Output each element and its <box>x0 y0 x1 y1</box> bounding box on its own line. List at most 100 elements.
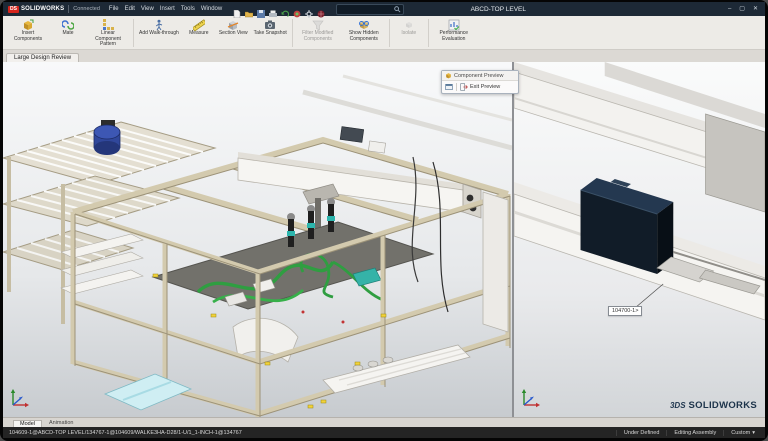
ribbon-button-filter-modified-components: Filter Modified Components <box>295 17 341 49</box>
search-icon <box>394 6 401 13</box>
open-folder-icon[interactable] <box>245 5 253 13</box>
ribbon-button-section-view[interactable]: Section View <box>216 17 251 49</box>
model-tab-strip: Model Animation <box>3 417 765 427</box>
titlebar: DS SOLIDWORKS Connected File Edit View I… <box>3 2 765 16</box>
ribbon-label: Mate <box>62 31 73 37</box>
popup-body: Exit Preview <box>442 81 518 93</box>
solidworks-watermark: 3DS SOLIDWORKS <box>670 400 757 411</box>
print-icon[interactable] <box>269 5 277 13</box>
undo-icon[interactable] <box>281 5 289 13</box>
insert-components-icon <box>22 18 34 30</box>
main-assembly-viewport[interactable] <box>3 62 512 417</box>
ribbon-separator <box>133 19 134 47</box>
ribbon-button-take-snapshot[interactable]: Take Snapshot <box>251 17 290 49</box>
exit-arrow-icon <box>460 83 468 91</box>
status-editing-assembly: Editing Assembly <box>666 430 723 436</box>
menu-insert[interactable]: Insert <box>160 6 175 12</box>
preview-3d-scene <box>514 62 765 417</box>
walk-through-icon <box>153 18 165 30</box>
ribbon-button-isolate: Isolate <box>392 17 426 49</box>
ribbon-button-mate[interactable]: Mate <box>51 17 85 49</box>
exit-preview-label: Exit Preview <box>470 84 500 90</box>
orientation-triad <box>520 387 542 409</box>
solidworks-window: DS SOLIDWORKS Connected File Edit View I… <box>3 2 765 431</box>
linear-pattern-icon <box>102 18 114 30</box>
ribbon-separator <box>292 19 293 47</box>
component-path-text: 104609-1@ABCD-TOP LEVEL/134767-1@104609/… <box>9 430 616 436</box>
ribbon-label: Show Hidden Components <box>344 31 384 42</box>
status-right-group: Under Defined Editing Assembly Custom ▾ <box>616 430 759 436</box>
component-cube-icon <box>445 72 452 79</box>
search-input[interactable] <box>336 4 404 15</box>
ribbon-label: Measure <box>189 31 208 37</box>
camera-icon <box>264 18 276 30</box>
ribbon-separator <box>428 19 429 47</box>
ribbon-button-insert-components[interactable]: Insert Components <box>5 17 51 49</box>
exit-preview-button[interactable]: Exit Preview <box>460 83 500 91</box>
component-preview-popup: Component Preview Exit Preview <box>441 70 519 94</box>
component-preview-viewport[interactable]: 104700-1> 3DS SOLIDWORKS <box>514 62 765 417</box>
menu-tools[interactable]: Tools <box>181 6 195 12</box>
ribbon-button-show-hidden-components[interactable]: Show Hidden Components <box>341 17 387 49</box>
rebuild-icon[interactable] <box>293 5 301 13</box>
ribbon-label: Performance Evaluation <box>434 31 474 42</box>
performance-evaluation-icon <box>448 18 460 30</box>
filter-icon <box>312 18 324 30</box>
tab-model[interactable]: Model <box>13 420 42 427</box>
component-callout-tag[interactable]: 104700-1> <box>608 306 642 316</box>
new-file-icon[interactable] <box>233 5 241 13</box>
menu-bar: File Edit View Insert Tools Window <box>109 6 222 12</box>
popup-separator <box>456 83 457 91</box>
ribbon-tab-row: Large Design Review <box>3 50 765 62</box>
close-button[interactable]: ✕ <box>753 6 758 12</box>
preview-window-icon[interactable] <box>445 83 453 91</box>
viewport-area: 104700-1> 3DS SOLIDWORKS Component Previ… <box>3 62 765 417</box>
ribbon-button-performance-evaluation[interactable]: Performance Evaluation <box>431 17 477 49</box>
isolate-icon <box>403 18 415 30</box>
menu-window[interactable]: Window <box>201 6 222 12</box>
ribbon-label: Section View <box>219 31 248 37</box>
ribbon-button-linear-component-pattern[interactable]: Linear Component Pattern <box>85 17 131 49</box>
measure-icon <box>193 18 205 30</box>
ribbon-label: Isolate <box>401 31 416 37</box>
ribbon-separator <box>389 19 390 47</box>
status-bar: 104609-1@ABCD-TOP LEVEL/134767-1@104609/… <box>3 427 765 438</box>
ribbon-label: Linear Component Pattern <box>88 31 128 48</box>
show-hidden-icon <box>358 18 370 30</box>
maximize-button[interactable]: ▢ <box>739 6 745 12</box>
assembly-3d-scene <box>3 62 512 417</box>
brand-name: SOLIDWORKS <box>21 6 64 12</box>
watermark-brand: SOLIDWORKS <box>689 400 757 411</box>
tab-large-design-review[interactable]: Large Design Review <box>6 53 79 62</box>
solidworks-logo: DS SOLIDWORKS Connected <box>8 5 100 13</box>
ribbon-button-measure[interactable]: Measure <box>182 17 216 49</box>
menu-edit[interactable]: Edit <box>125 6 135 12</box>
edition-label: Connected <box>73 6 100 12</box>
minimize-button[interactable]: – <box>728 6 731 12</box>
save-icon[interactable] <box>257 5 265 13</box>
chevron-down-icon: ▾ <box>752 430 755 436</box>
ds-watermark-logo: 3DS <box>670 401 686 410</box>
screen: DS SOLIDWORKS Connected File Edit View I… <box>0 0 768 441</box>
document-title: ABCD-TOP LEVEL <box>471 6 526 13</box>
ds-logo-badge: DS <box>8 6 19 13</box>
right-side-panel <box>483 192 508 332</box>
settings-gear-icon[interactable] <box>305 5 313 13</box>
menu-view[interactable]: View <box>141 6 154 12</box>
section-view-icon <box>227 18 239 30</box>
orientation-triad <box>9 387 31 409</box>
popup-title: Component Preview <box>454 73 504 79</box>
menu-file[interactable]: File <box>109 6 119 12</box>
window-controls: – ▢ ✕ <box>728 6 760 12</box>
3dexperience-compass-icon[interactable] <box>317 5 325 13</box>
tab-animation[interactable]: Animation <box>42 419 80 427</box>
logo-divider <box>68 5 69 13</box>
ribbon-label: Take Snapshot <box>254 31 287 37</box>
status-under-defined: Under Defined <box>616 430 666 436</box>
ribbon-button-add-walkthrough[interactable]: Add Walk-through <box>136 17 182 49</box>
popup-header: Component Preview <box>442 71 518 81</box>
mate-icon <box>62 18 74 30</box>
quick-toolbar <box>233 5 325 13</box>
units-dropdown[interactable]: Custom ▾ <box>723 430 759 436</box>
ribbon-toolbar: Insert Components Mate Linear Component … <box>3 16 765 50</box>
